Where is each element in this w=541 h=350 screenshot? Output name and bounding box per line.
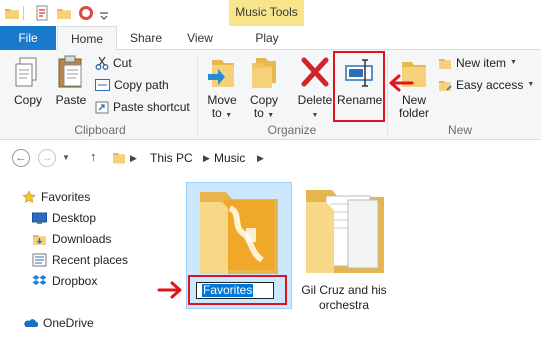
paste-button[interactable]: Paste bbox=[52, 54, 90, 107]
new-folder-label: New folder bbox=[398, 93, 430, 120]
separator bbox=[23, 6, 24, 20]
desktop-icon bbox=[32, 212, 47, 224]
cut-button[interactable]: Cut bbox=[95, 55, 132, 71]
nav-item-desktop[interactable]: Desktop bbox=[32, 211, 96, 225]
tab-file[interactable]: File bbox=[0, 26, 56, 50]
red-arrow-left-icon bbox=[388, 74, 414, 96]
copy-to-button[interactable]: Copy to ▼ bbox=[246, 54, 282, 122]
breadcrumb-separator: ▶ bbox=[257, 153, 264, 163]
undo-icon[interactable] bbox=[78, 5, 94, 21]
onedrive-cloud-icon bbox=[24, 319, 38, 327]
dropbox-icon bbox=[32, 275, 47, 285]
chevron-down-icon: ▼ bbox=[510, 59, 517, 66]
new-item-icon bbox=[439, 59, 451, 69]
copy-label: Copy bbox=[13, 93, 42, 107]
ribbon-tabs: File Home Share View Play bbox=[0, 26, 541, 51]
folder-icon[interactable] bbox=[4, 5, 20, 21]
nav-label: Downloads bbox=[52, 232, 112, 246]
chevron-down-icon: ▼ bbox=[527, 81, 535, 88]
copy-to-icon bbox=[252, 58, 276, 88]
album-folder-icon bbox=[200, 192, 278, 274]
title-bar: Music Tools bbox=[0, 0, 541, 26]
new-item-label: New item bbox=[456, 56, 507, 70]
rename-field-highlight-box bbox=[188, 275, 287, 305]
paste-shortcut-button[interactable]: Paste shortcut bbox=[95, 99, 190, 115]
paste-shortcut-label: Paste shortcut bbox=[113, 100, 190, 114]
music-folder-icon bbox=[113, 153, 125, 164]
properties-icon[interactable] bbox=[34, 5, 50, 21]
nav-label: Desktop bbox=[52, 211, 97, 225]
copy-icon bbox=[15, 57, 37, 87]
delete-label: Delete ▼ bbox=[297, 93, 333, 120]
organize-group-label: Organize bbox=[267, 123, 317, 137]
paste-shortcut-icon bbox=[95, 101, 109, 114]
nav-label: OneDrive bbox=[43, 316, 94, 330]
customize-quick-access-icon[interactable] bbox=[99, 5, 109, 21]
delete-x-icon bbox=[301, 57, 329, 87]
tab-home[interactable]: Home bbox=[57, 26, 117, 51]
clipboard-group-label: Clipboard bbox=[74, 123, 126, 137]
breadcrumb-this-pc[interactable]: This PC bbox=[150, 151, 193, 165]
nav-label: Favorites bbox=[41, 190, 91, 204]
paste-icon bbox=[58, 55, 82, 88]
copy-button[interactable]: Copy bbox=[8, 56, 48, 107]
address-row: ← → ▼ ↑ ▶ This PC ▶ Music ▶ bbox=[0, 140, 541, 176]
cut-label: Cut bbox=[113, 56, 132, 70]
back-button[interactable]: ← bbox=[12, 149, 30, 167]
copy-path-icon bbox=[95, 79, 110, 91]
gil-cruz-folder-label[interactable]: Gil Cruz and his orchestra bbox=[292, 283, 396, 313]
copy-path-button[interactable]: Copy path bbox=[95, 77, 169, 93]
rename-highlight-box bbox=[333, 51, 385, 122]
context-tab-group-music-tools: Music Tools bbox=[229, 0, 304, 26]
red-arrow-right-icon bbox=[157, 281, 183, 303]
new-folder-icon[interactable] bbox=[56, 5, 72, 21]
copy-path-label: Copy path bbox=[114, 78, 169, 92]
paste-label: Paste bbox=[55, 93, 87, 107]
easy-access-icon bbox=[439, 81, 452, 91]
breadcrumb-separator: ▶ bbox=[130, 153, 137, 163]
up-arrow-icon[interactable]: ↑ bbox=[90, 149, 97, 164]
gil-cruz-folder-icon[interactable] bbox=[302, 186, 388, 280]
copy-to-label: Copy to ▼ bbox=[249, 93, 278, 120]
nav-item-dropbox[interactable]: Dropbox bbox=[32, 274, 97, 288]
star-icon bbox=[22, 190, 36, 203]
recent-locations-chevron-icon[interactable]: ▼ bbox=[62, 153, 70, 162]
move-to-button[interactable]: Move to ▼ bbox=[204, 54, 240, 122]
nav-item-favorites[interactable]: Favorites bbox=[22, 190, 90, 204]
nav-item-downloads[interactable]: Downloads bbox=[32, 232, 111, 246]
group-separator bbox=[197, 56, 198, 134]
easy-access-button[interactable]: Easy access ▼ bbox=[438, 77, 534, 93]
move-to-label: Move to ▼ bbox=[207, 93, 237, 120]
new-item-button[interactable]: New item ▼ bbox=[438, 55, 517, 71]
delete-button[interactable]: Delete ▼ bbox=[295, 54, 335, 122]
scissors-icon bbox=[95, 56, 109, 70]
forward-button[interactable]: → bbox=[38, 149, 56, 167]
breadcrumb-separator: ▶ bbox=[203, 153, 210, 163]
tab-view[interactable]: View bbox=[180, 26, 220, 50]
move-to-icon bbox=[208, 60, 234, 87]
downloads-icon bbox=[33, 235, 46, 245]
new-group-label: New bbox=[447, 123, 472, 137]
nav-label: Recent places bbox=[52, 253, 129, 267]
tab-share[interactable]: Share bbox=[124, 26, 168, 50]
recent-places-icon bbox=[32, 253, 47, 267]
breadcrumb-music[interactable]: Music bbox=[214, 151, 245, 165]
nav-label: Dropbox bbox=[52, 274, 98, 288]
nav-item-onedrive[interactable]: OneDrive bbox=[22, 316, 94, 330]
easy-access-label: Easy access bbox=[456, 78, 524, 92]
tab-play[interactable]: Play bbox=[245, 26, 289, 50]
ribbon-home: Copy Paste Cut Copy path Paste shortcut bbox=[0, 50, 541, 140]
nav-item-recent-places[interactable]: Recent places bbox=[32, 253, 128, 267]
